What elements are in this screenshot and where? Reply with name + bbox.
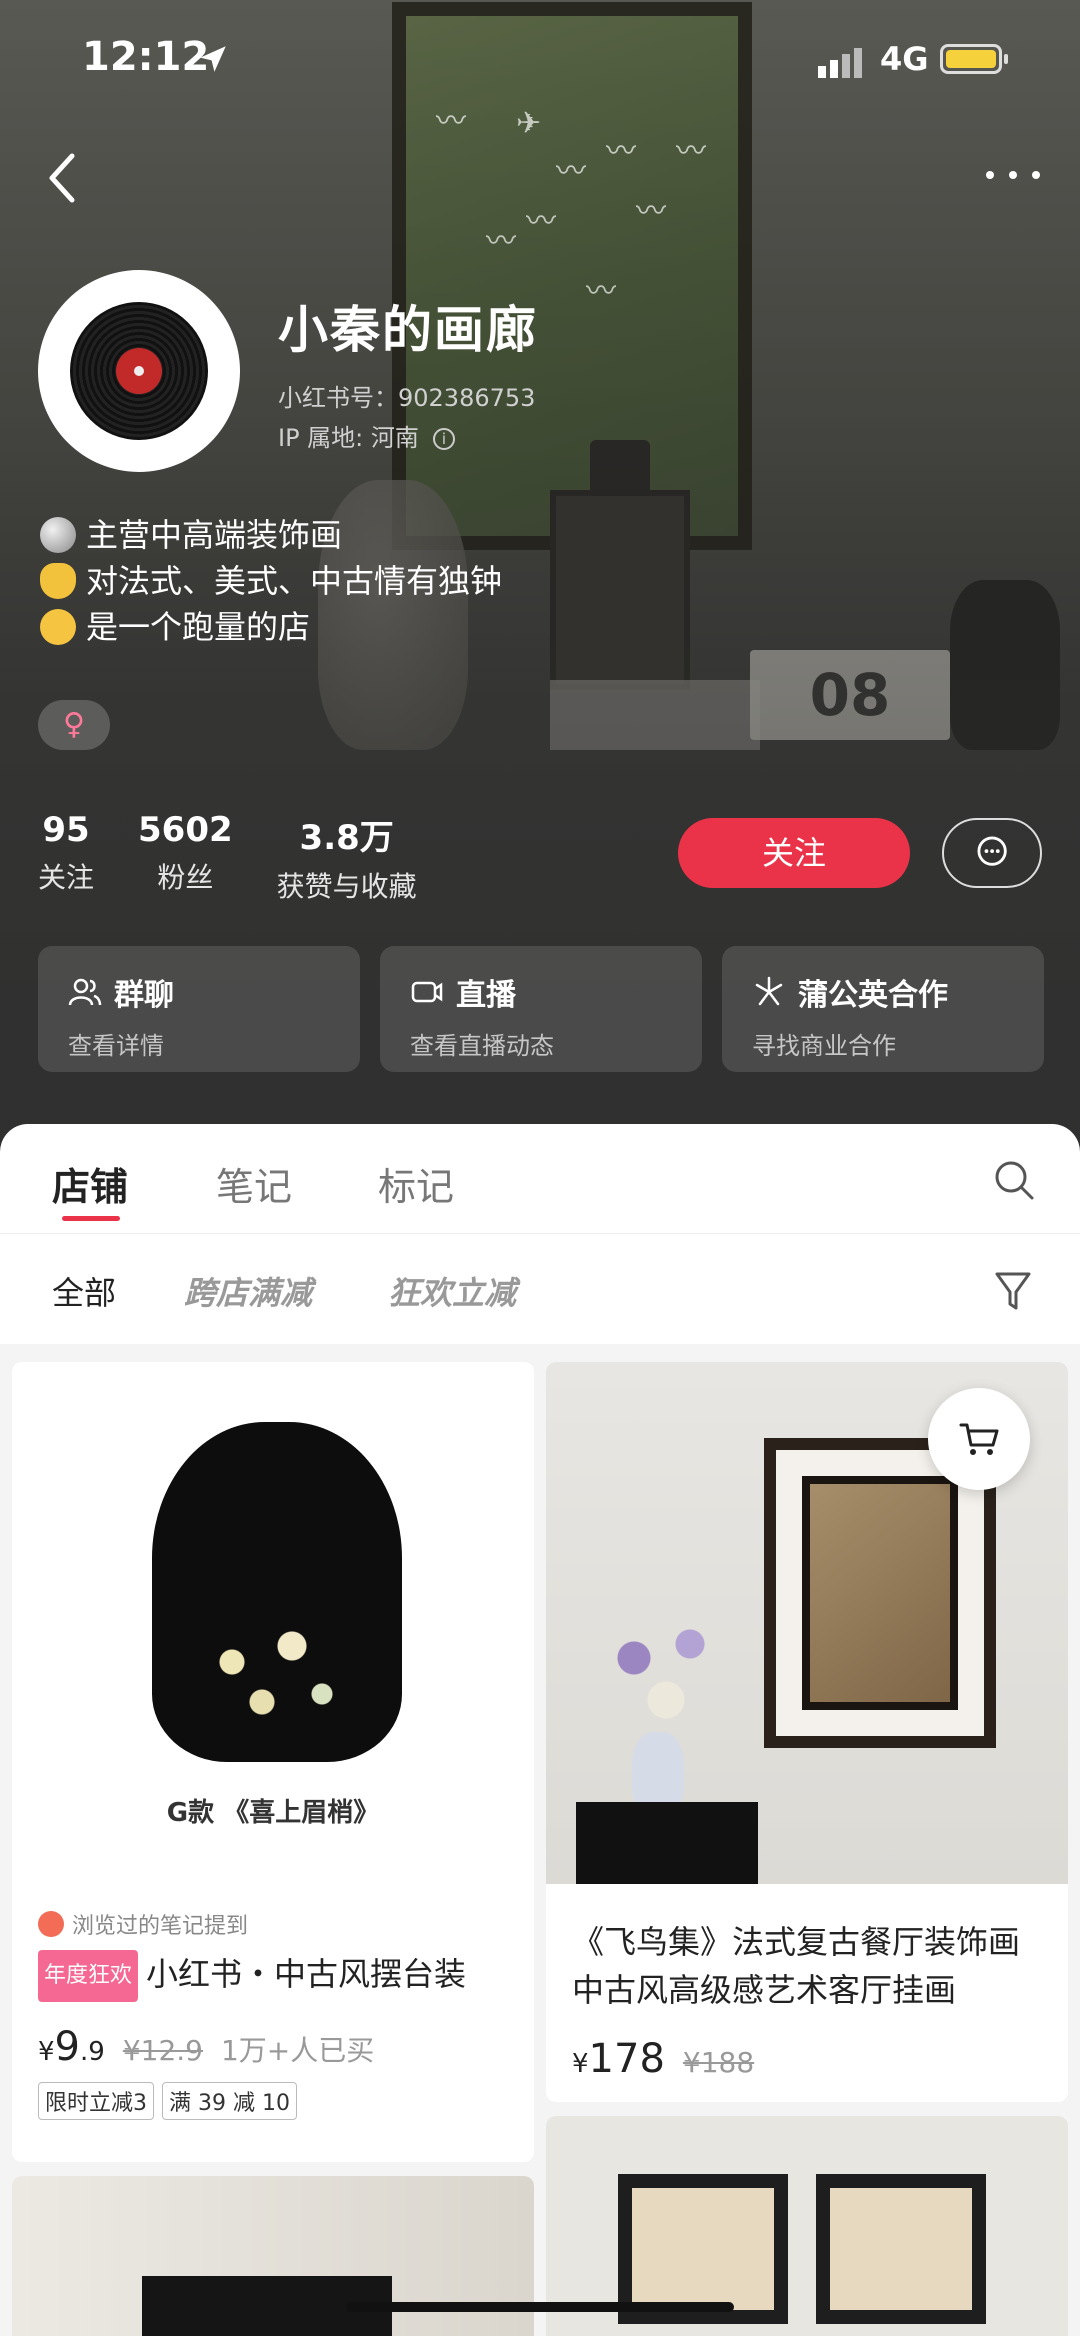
filter-cross-store[interactable]: 跨店满减 bbox=[184, 1268, 312, 1314]
content-panel: 店铺 笔记 标记 全部 跨店满减 狂欢立减 G款 《喜上眉梢》 浏览过的笔记提到… bbox=[0, 1124, 1080, 2336]
filter-funnel-icon[interactable] bbox=[994, 1270, 1032, 1312]
product-image bbox=[12, 2176, 534, 2336]
price: 9 bbox=[54, 2024, 80, 2070]
image-caption: G款 《喜上眉梢》 bbox=[166, 1798, 380, 1828]
sold-count: 1万+人已买 bbox=[220, 2034, 375, 2067]
dandelion-icon bbox=[755, 976, 783, 1006]
card-group-chat[interactable]: 群聊 查看详情 bbox=[38, 946, 360, 1072]
group-icon bbox=[68, 978, 102, 1006]
product-title: 《飞鸟集》法式复古餐厅装饰画中古风高级感艺术客厅挂画 bbox=[572, 1923, 1021, 2009]
product-grid: G款 《喜上眉梢》 浏览过的笔记提到 年度狂欢 小红书・中古风摆台装 ¥ 9 .9… bbox=[0, 1344, 1080, 2336]
network-type: 4G bbox=[880, 40, 929, 78]
filter-carnival[interactable]: 狂欢立减 bbox=[388, 1268, 516, 1314]
heart-hands-emoji-icon bbox=[40, 563, 76, 599]
promo-badge: 年度狂欢 bbox=[38, 1950, 139, 2002]
back-icon[interactable] bbox=[38, 148, 88, 208]
price-row: ¥ 178 ¥188 bbox=[572, 2036, 755, 2082]
price: 178 bbox=[588, 2036, 665, 2082]
tab-bar: 店铺 笔记 标记 bbox=[0, 1124, 1080, 1234]
search-icon[interactable] bbox=[992, 1158, 1036, 1202]
card-live[interactable]: 直播 查看直播动态 bbox=[380, 946, 702, 1072]
coupon-tag: 限时立减3 bbox=[38, 2082, 154, 2120]
upside-down-face-emoji-icon bbox=[40, 609, 76, 645]
ip-location[interactable]: IP 属地: 河南 i bbox=[278, 418, 455, 453]
vinyl-record-icon bbox=[70, 302, 208, 440]
bio-line: 主营中高端装饰画 bbox=[40, 512, 502, 558]
coupon-tag: 满 39 减 10 bbox=[162, 2082, 297, 2120]
feature-cards: 群聊 查看详情 直播 查看直播动态 蒲公英合作 寻找商业合作 bbox=[38, 946, 1064, 1072]
stat-following[interactable]: 95 关注 bbox=[38, 810, 94, 905]
cart-icon bbox=[959, 1423, 999, 1455]
product-title: 年度狂欢 小红书・中古风摆台装 bbox=[38, 1950, 508, 2002]
chat-bubble-icon bbox=[977, 836, 1007, 866]
signal-icon bbox=[818, 48, 862, 78]
battery-icon bbox=[940, 44, 1002, 74]
location-arrow-icon bbox=[200, 46, 226, 72]
moon-emoji-icon bbox=[40, 517, 76, 553]
message-button[interactable] bbox=[942, 818, 1042, 888]
tab-shop[interactable]: 店铺 bbox=[52, 1156, 128, 1211]
original-price: ¥12.9 bbox=[122, 2034, 203, 2067]
profile-name: 小秦的画廊 bbox=[278, 301, 538, 359]
profile-page: 〰 ✈ 〰 〰 〰 〰 〰 〰 〰 08 12:12 bbox=[0, 0, 1080, 2336]
coupon-tags: 限时立减3 满 39 减 10 bbox=[38, 2082, 508, 2120]
viewed-note: 浏览过的笔记提到 bbox=[38, 1908, 508, 1940]
clock: 12:12 bbox=[82, 34, 210, 80]
product-card[interactable] bbox=[12, 2176, 534, 2336]
filter-all[interactable]: 全部 bbox=[52, 1268, 116, 1314]
product-image: G款 《喜上眉梢》 bbox=[12, 1362, 534, 1884]
stats: 95 关注 5602 粉丝 3.8万 获赞与收藏 bbox=[38, 810, 461, 905]
note-icon bbox=[38, 1911, 64, 1937]
tab-marks[interactable]: 标记 bbox=[378, 1156, 454, 1211]
more-icon[interactable] bbox=[978, 150, 1048, 200]
product-card[interactable]: G款 《喜上眉梢》 浏览过的笔记提到 年度狂欢 小红书・中古风摆台装 ¥ 9 .9… bbox=[12, 1362, 534, 2162]
tab-notes[interactable]: 笔记 bbox=[216, 1156, 292, 1211]
cart-button[interactable] bbox=[928, 1388, 1030, 1490]
stat-followers[interactable]: 5602 粉丝 bbox=[138, 810, 233, 905]
original-price: ¥188 bbox=[682, 2046, 755, 2079]
filter-bar: 全部 跨店满减 狂欢立减 bbox=[0, 1234, 1080, 1344]
card-dandelion[interactable]: 蒲公英合作 寻找商业合作 bbox=[722, 946, 1044, 1072]
price-row: ¥ 9 .9 ¥12.9 1万+人已买 bbox=[38, 2024, 375, 2070]
status-bar: 12:12 4G bbox=[0, 30, 1080, 90]
xhs-id: 小红书号：902386753 bbox=[278, 384, 536, 412]
stat-likes[interactable]: 3.8万 获赞与收藏 bbox=[277, 810, 417, 905]
profile-header: 〰 ✈ 〰 〰 〰 〰 〰 〰 〰 08 12:12 bbox=[0, 0, 1080, 1160]
live-icon bbox=[411, 981, 443, 1003]
gender-female-icon: ♀ bbox=[38, 700, 110, 750]
bio-line: 对法式、美式、中古情有独钟 bbox=[40, 558, 502, 604]
follow-button[interactable]: 关注 bbox=[678, 818, 910, 888]
tab-underline bbox=[62, 1216, 120, 1221]
info-icon[interactable]: i bbox=[432, 428, 455, 450]
bio: 主营中高端装饰画 对法式、美式、中古情有独钟 是一个跑量的店 bbox=[40, 512, 502, 650]
home-indicator bbox=[346, 2302, 734, 2312]
bio-line: 是一个跑量的店 bbox=[40, 604, 502, 650]
avatar[interactable] bbox=[38, 270, 240, 472]
